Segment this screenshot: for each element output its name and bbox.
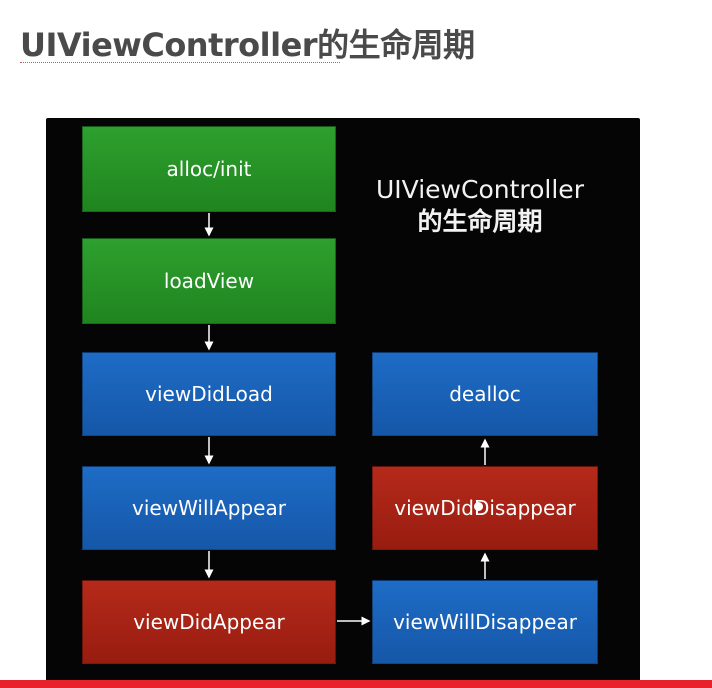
bottom-accent-bar <box>0 680 712 688</box>
lifecycle-diagram: UIViewController 的生命周期 alloc/init loadVi… <box>46 118 640 682</box>
page-title: UIViewController的生命周期 <box>20 26 475 64</box>
mouse-cursor-icon <box>474 502 483 511</box>
title-underline <box>20 62 340 63</box>
flow-arrows <box>204 213 490 626</box>
